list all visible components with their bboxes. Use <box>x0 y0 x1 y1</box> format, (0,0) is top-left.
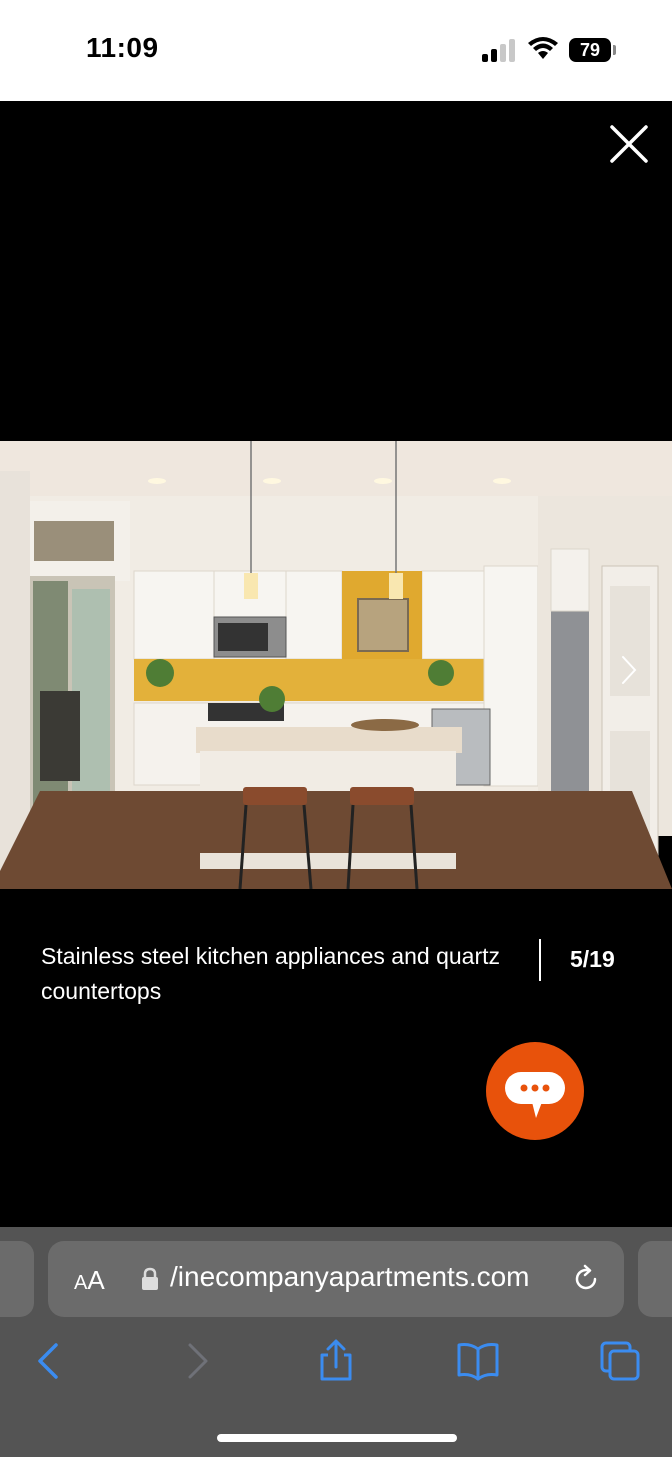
close-icon[interactable] <box>608 123 650 165</box>
share-icon[interactable] <box>314 1339 358 1383</box>
kitchen-illustration <box>0 441 672 889</box>
forward-icon[interactable] <box>174 1339 218 1383</box>
photo-caption: Stainless steel kitchen appliances and q… <box>41 943 501 1004</box>
previous-tab-preview[interactable] <box>0 1241 34 1317</box>
battery-level: 79 <box>569 38 611 62</box>
next-tab-preview[interactable] <box>638 1241 672 1317</box>
photo-viewer: Stainless steel kitchen appliances and q… <box>0 101 672 1227</box>
chat-button[interactable] <box>486 1042 584 1140</box>
lock-icon <box>142 1267 158 1290</box>
cellular-signal-icon <box>482 38 518 62</box>
home-indicator <box>217 1434 457 1442</box>
status-bar: 11:09 79 <box>0 0 672 101</box>
browser-toolbar: AA /inecompanyapartments.com <box>0 1227 672 1457</box>
chat-bubble-icon <box>505 1072 565 1118</box>
caption-divider <box>539 939 541 981</box>
reload-icon[interactable] <box>570 1263 602 1295</box>
url-text: /inecompanyapartments.com <box>170 1261 530 1292</box>
page-settings-button[interactable]: AA <box>74 1265 105 1296</box>
wifi-icon <box>528 37 558 59</box>
tabs-icon[interactable] <box>598 1339 642 1383</box>
chevron-right-icon[interactable] <box>615 653 643 687</box>
status-time: 11:09 <box>86 32 159 63</box>
kitchen-photo[interactable] <box>0 441 672 889</box>
bookmarks-icon[interactable] <box>456 1339 500 1383</box>
address-bar[interactable]: AA /inecompanyapartments.com <box>48 1241 624 1317</box>
battery-tip <box>613 45 616 55</box>
photo-counter: 5/19 <box>570 946 615 972</box>
back-icon[interactable] <box>28 1339 72 1383</box>
